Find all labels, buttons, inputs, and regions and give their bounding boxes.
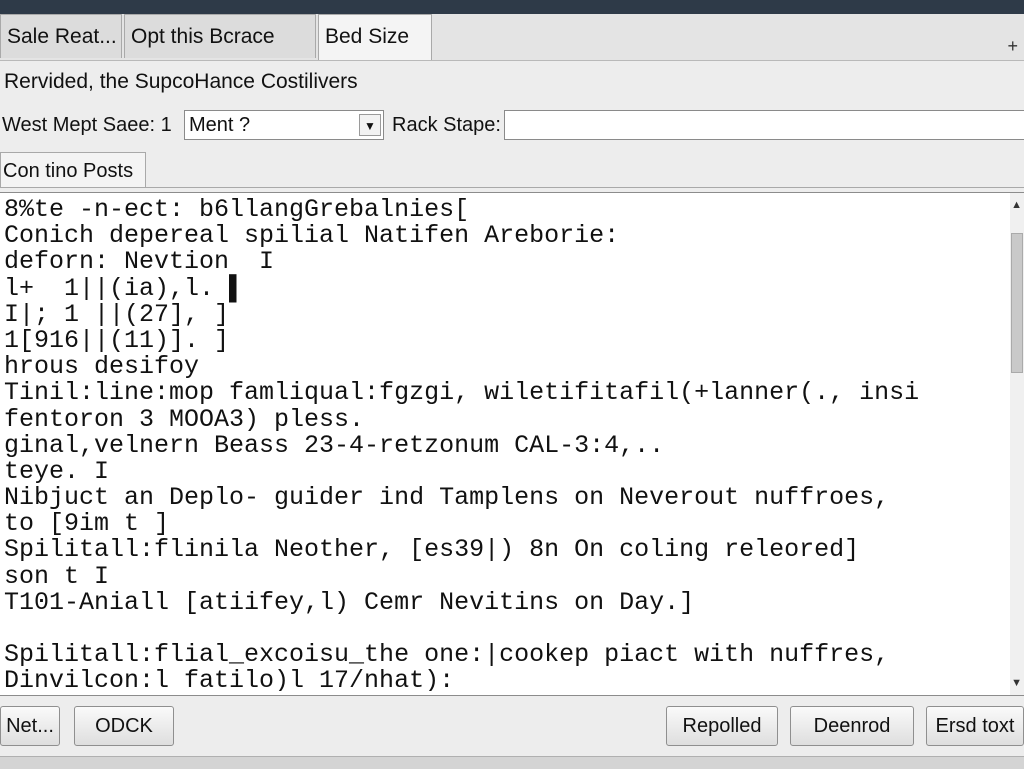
editor-line: son t I [4,561,110,591]
editor-line: fentoron 3 MOOA3) pless. [4,404,365,434]
editor-line: Conich depereal spilial Natifen Areborie… [4,221,620,251]
tab-opt-this-bcrace[interactable]: Opt this Bcrace [124,14,316,58]
editor-line: I|; 1 ||(27], ] [4,299,230,329]
tab-bar: Sale Reat... Opt this Bcrace Bed Size + [0,14,1024,61]
editor-line: Spilitall:flial_excoisu_the one:|cookep … [4,640,890,670]
chevron-down-icon[interactable]: ▼ [359,114,381,136]
repolled-button[interactable]: Repolled [666,706,778,746]
editor-line: deforn: Nevtion I [4,247,275,277]
form-row: West Mept Saee: 1 Ment ? ▼ Rack Stape: [0,106,1024,144]
page-subtitle: Rervided, the SupcoHance Costilivers [4,70,358,93]
text-editor[interactable]: 8%te -n-ect: b6llangGrebalnies[ Conich d… [0,192,1024,696]
close-tab-icon[interactable]: + [1007,36,1018,57]
tab-sale-reat[interactable]: Sale Reat... [0,14,122,58]
rack-stape-input[interactable] [504,110,1024,140]
odck-button[interactable]: ODCK [74,706,174,746]
arrow-down-icon[interactable]: ▼ [1011,677,1022,689]
ersd-text-button[interactable]: Ersd toxt [926,706,1024,746]
editor-content[interactable]: 8%te -n-ect: b6llangGrebalnies[ Conich d… [4,197,1009,691]
divider [0,187,1024,188]
editor-line: ginal,velnern Beass 23-4-retzonum CAL-3:… [4,430,665,460]
rack-stape-label: Rack Stape: [392,114,501,136]
editor-line: Nibjuct an Deplo- guider ind Tamplens on… [4,483,890,513]
editor-line: Dinvilcon:l fatilo)l 17/nhat): [4,666,455,691]
editor-line: Spilitall:flinila Neother, [es39|) 8n On… [4,535,860,565]
editor-line: T101-Aniall [atiifey,l) Cemr Nevitins on… [4,587,695,617]
editor-line: 8%te -n-ect: b6llangGrebalnies[ [4,197,470,224]
status-bar [0,756,1024,769]
vertical-scrollbar[interactable]: ▲ ▼ [1010,193,1024,695]
editor-line: l+ 1||(ia),l. ▌ [4,273,245,303]
editor-line: hrous desifoy [4,352,200,382]
window-titlebar [0,0,1024,14]
ment-select-value: Ment ? [189,114,251,136]
editor-line: Tinil:line:mop famliqual:fgzgi, wiletifi… [4,378,920,408]
tab-bed-size[interactable]: Bed Size [318,14,432,60]
arrow-up-icon[interactable]: ▲ [1011,199,1022,211]
deenrod-button[interactable]: Deenrod [790,706,914,746]
editor-line: to [9im t ] [4,509,170,539]
editor-line: 1[916||(11)]. ] [4,325,230,355]
west-mept-label: West Mept Saee: 1 [2,114,172,136]
tab-con-tino-posts[interactable]: Con tino Posts [0,152,146,188]
net-button[interactable]: Net... [0,706,60,746]
editor-line: teye. I [4,456,110,486]
ment-select[interactable]: Ment ? ▼ [184,110,384,140]
scrollbar-thumb[interactable] [1011,233,1023,373]
